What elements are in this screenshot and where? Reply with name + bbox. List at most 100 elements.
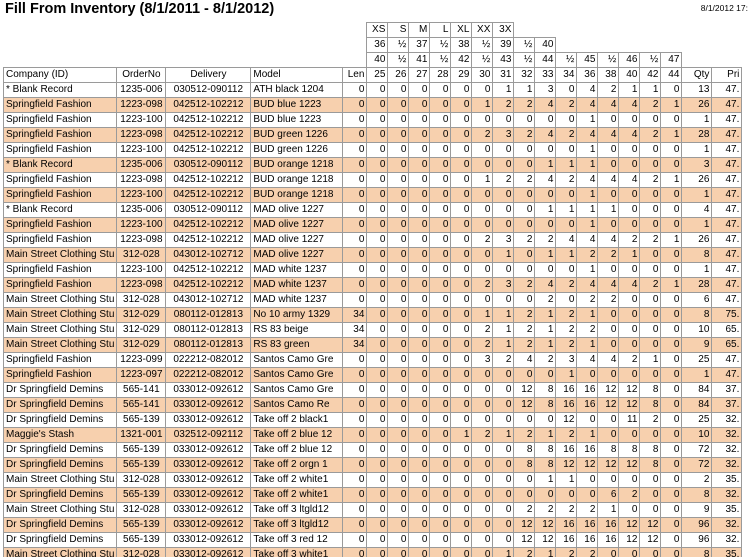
table-row[interactable]: Dr Springfield Demins 565-141 033012-09261… (2, 382, 743, 398)
column-header-price[interactable]: Pri (711, 67, 743, 83)
cell-size-33: 0 (534, 217, 557, 233)
cell-orderno: 565-141 (116, 382, 167, 398)
column-header-size-33[interactable]: 33 (534, 67, 557, 83)
cell-size-27: 0 (408, 337, 431, 353)
column-header-size-26[interactable]: 26 (387, 67, 410, 83)
table-row[interactable]: Main Street Clothing Stu 312-028 043012-10… (2, 247, 743, 263)
cell-size-40: 0 (618, 367, 641, 383)
column-header-size-30[interactable]: 30 (471, 67, 494, 83)
table-row[interactable]: Dr Springfield Demins 565-139 033012-09261… (2, 442, 743, 458)
table-row[interactable]: Main Street Clothing Stu 312-029 080112-01… (2, 307, 743, 323)
table-row[interactable]: Maggie's Stash 1321-001 032512-092112 Take … (2, 427, 743, 443)
cell-size-28: 0 (429, 337, 452, 353)
column-header-size-40[interactable]: 40 (618, 67, 641, 83)
column-header-size-25[interactable]: 25 (366, 67, 389, 83)
table-row[interactable]: Springfield Fashion 1223-100 042512-102212… (2, 187, 743, 203)
table-row[interactable]: Dr Springfield Demins 565-139 033012-09261… (2, 457, 743, 473)
table-row[interactable]: Dr Springfield Demins 565-139 033012-09261… (2, 517, 743, 533)
cell-price: 47. (711, 262, 743, 278)
cell-size-36: 16 (576, 517, 599, 533)
table-row[interactable]: Main Street Clothing Stu 312-028 043012-10… (2, 292, 743, 308)
cell-size-25: 0 (366, 412, 389, 428)
cell-orderno: 565-139 (116, 532, 167, 548)
table-row[interactable]: Dr Springfield Demins 565-139 033012-09261… (2, 412, 743, 428)
table-row[interactable]: Main Street Clothing Stu 312-028 033012-09… (2, 502, 743, 518)
table-row[interactable]: Springfield Fashion 1223-100 042512-102212… (2, 142, 743, 158)
cell-size-40: 0 (618, 337, 641, 353)
cell-size-42: 0 (639, 112, 662, 128)
cell-size-36: 2 (576, 547, 599, 557)
cell-size-32: 2 (513, 97, 536, 113)
cell-size-25: 0 (366, 202, 389, 218)
table-row[interactable]: Springfield Fashion 1223-100 042512-102212… (2, 112, 743, 128)
cell-size-38: 0 (597, 337, 620, 353)
table-row[interactable]: Springfield Fashion 1223-100 042512-102212… (2, 217, 743, 233)
table-row[interactable]: Springfield Fashion 1223-098 042512-102212… (2, 172, 743, 188)
cell-size-28: 0 (429, 187, 452, 203)
size-metric-b-7: ½ (513, 52, 536, 68)
column-header-size-28[interactable]: 28 (429, 67, 452, 83)
size-metric-a-spacer (117, 38, 166, 53)
cell-model: Santos Camo Re (250, 397, 344, 413)
column-header-size-32[interactable]: 32 (513, 67, 536, 83)
column-header-company[interactable]: Company (ID) (2, 67, 118, 83)
column-header-size-27[interactable]: 27 (408, 67, 431, 83)
table-row[interactable]: Dr Springfield Demins 565-139 033012-09261… (2, 532, 743, 548)
table-row[interactable]: Springfield Fashion 1223-098 042512-102212… (2, 97, 743, 113)
table-row[interactable]: Main Street Clothing Stu 312-029 080112-01… (2, 337, 743, 353)
column-header-size-34[interactable]: 34 (555, 67, 578, 83)
cell-size-28: 0 (429, 262, 452, 278)
column-header-size-44[interactable]: 44 (660, 67, 683, 83)
table-row[interactable]: Springfield Fashion 1223-100 042512-102212… (2, 262, 743, 278)
cell-size-33: 8 (534, 397, 557, 413)
column-header-size-31[interactable]: 31 (492, 67, 515, 83)
cell-size-27: 0 (408, 397, 431, 413)
table-row[interactable]: Dr Springfield Demins 565-139 033012-09261… (2, 487, 743, 503)
table-row[interactable]: Springfield Fashion 1223-098 042512-102212… (2, 232, 743, 248)
cell-size-29: 0 (450, 337, 473, 353)
cell-size-42: 8 (639, 397, 662, 413)
table-row[interactable]: * Blank Record 1235-006 030512-090112 MAD o… (2, 202, 743, 218)
cell-size-28: 0 (429, 412, 452, 428)
cell-size-33: 0 (534, 367, 557, 383)
table-row[interactable]: Dr Springfield Demins 565-141 033012-09261… (2, 397, 743, 413)
cell-price: 47. (711, 202, 743, 218)
column-header-delivery[interactable]: Delivery (165, 67, 252, 83)
page-title: Fill From Inventory (8/1/2011 - 8/1/2012… (5, 1, 275, 17)
table-row[interactable]: Springfield Fashion 1223-099 022212-082012… (2, 352, 743, 368)
cell-size-32: 1 (513, 82, 536, 98)
table-row[interactable]: * Blank Record 1235-006 030512-090112 ATH b… (2, 82, 743, 98)
table-row[interactable]: Springfield Fashion 1223-097 022212-082012… (2, 367, 743, 383)
table-row[interactable]: Springfield Fashion 1223-098 042512-102212… (2, 127, 743, 143)
cell-delivery: 032512-092112 (165, 427, 252, 443)
column-header-size-42[interactable]: 42 (639, 67, 662, 83)
cell-size-34: 4 (555, 232, 578, 248)
cell-size-27: 0 (408, 517, 431, 533)
column-header-orderno[interactable]: OrderNo (116, 67, 167, 83)
cell-size-31: 0 (492, 382, 515, 398)
cell-size-33: 12 (534, 517, 557, 533)
size-metric-a-spacer (251, 38, 343, 53)
cell-company: Springfield Fashion (2, 217, 118, 233)
column-header-size-29[interactable]: 29 (450, 67, 473, 83)
cell-size-34: 0 (555, 82, 578, 98)
table-row[interactable]: Springfield Fashion 1223-098 042512-102212… (2, 277, 743, 293)
cell-size-32: 0 (513, 157, 536, 173)
cell-size-27: 0 (408, 307, 431, 323)
table-row[interactable]: Main Street Clothing Stu 312-028 033012-09… (2, 472, 743, 488)
cell-size-32: 12 (513, 397, 536, 413)
cell-qty: 1 (681, 187, 713, 203)
column-header-len[interactable]: Len (342, 67, 368, 83)
column-header-qty[interactable]: Qty (681, 67, 713, 83)
cell-size-36: 16 (576, 382, 599, 398)
column-header-size-36[interactable]: 36 (576, 67, 599, 83)
cell-company: * Blank Record (2, 202, 118, 218)
column-header-model[interactable]: Model (250, 67, 344, 83)
table-row[interactable]: Main Street Clothing Stu 312-028 033012-09… (2, 547, 743, 557)
table-row[interactable]: Main Street Clothing Stu 312-029 080112-01… (2, 322, 743, 338)
table-row[interactable]: * Blank Record 1235-006 030512-090112 BUD o… (2, 157, 743, 173)
cell-price: 47. (711, 127, 743, 143)
column-header-size-38[interactable]: 38 (597, 67, 620, 83)
cell-size-27: 0 (408, 217, 431, 233)
cell-size-30: 0 (471, 487, 494, 503)
